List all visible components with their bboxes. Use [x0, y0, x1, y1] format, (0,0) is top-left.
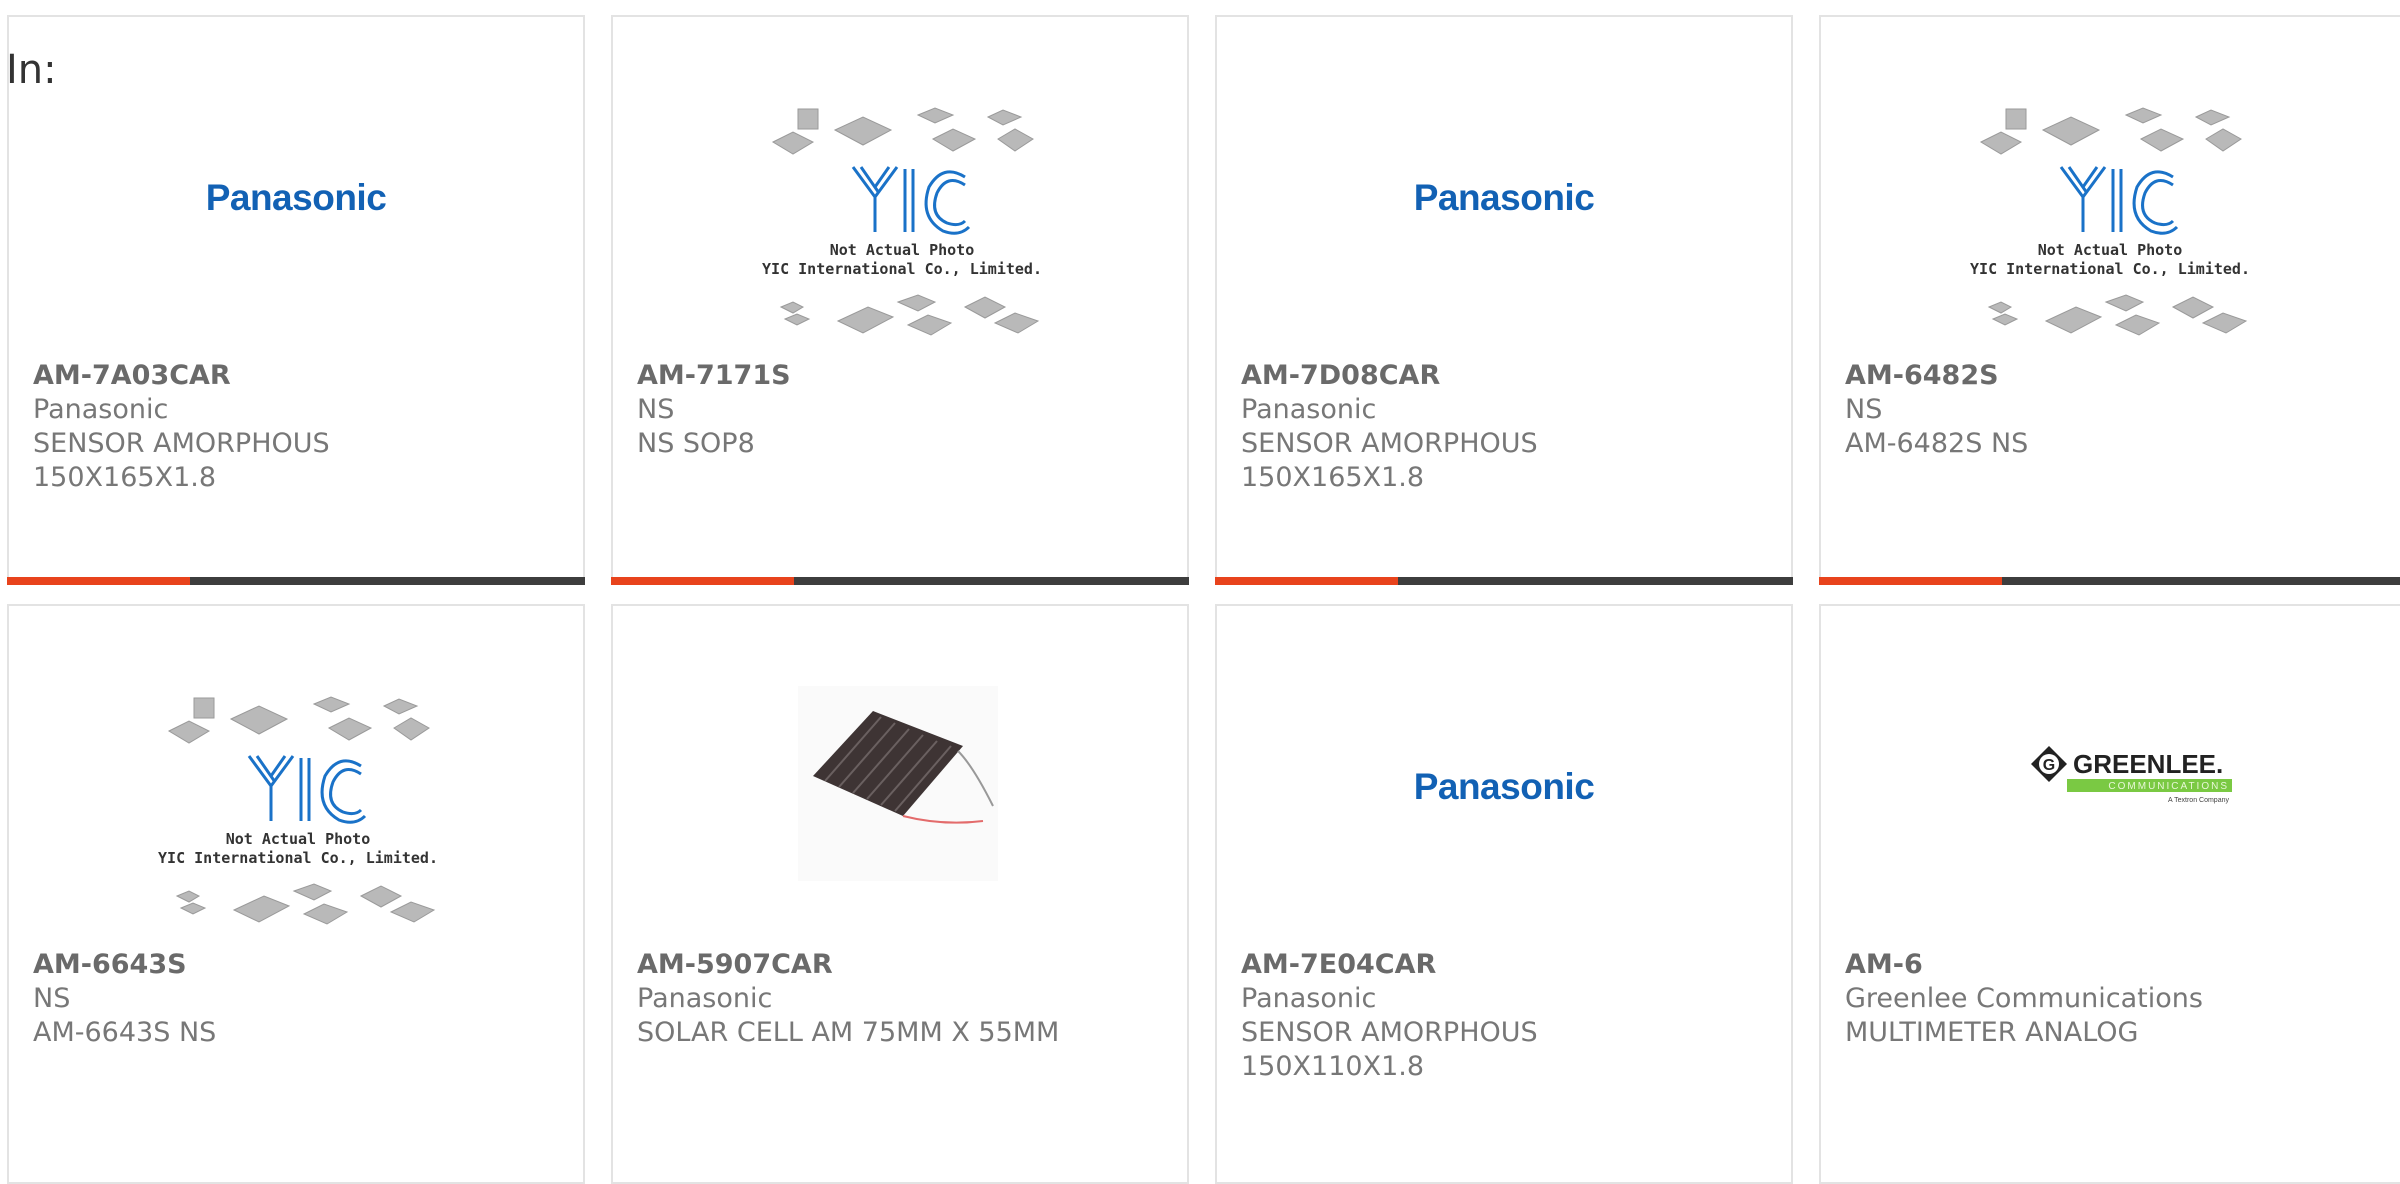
card-bottom-bar	[1215, 577, 1793, 585]
product-card[interactable]: AM-5907CAR Panasonic SOLAR CELL AM 75MM …	[611, 604, 1189, 1184]
product-image[interactable]: Panasonic	[1217, 606, 1791, 946]
manufacturer: Panasonic	[1241, 394, 1377, 425]
product-image[interactable]: G GREENLEE. COMMUNICATIONS A Textron Com…	[1821, 606, 2400, 946]
placeholder-caption-2: YIC International Co., Limited.	[762, 260, 1042, 278]
product-card[interactable]: Not Actual Photo YIC International Co., …	[1819, 15, 2400, 585]
product-image[interactable]	[613, 606, 1187, 946]
product-info: AM-6643S NS AM-6643S NS	[33, 948, 573, 1050]
manufacturer: Panasonic	[33, 394, 169, 425]
solar-cell-photo	[798, 686, 998, 881]
part-number[interactable]: AM-7E04CAR	[1241, 948, 1781, 982]
card-accent	[611, 577, 794, 585]
product-info: AM-6 Greenlee Communications MULTIMETER …	[1845, 948, 2390, 1050]
chip-placeholder-icon: Not Actual Photo YIC International Co., …	[762, 107, 1042, 336]
placeholder-caption-2: YIC International Co., Limited.	[158, 849, 438, 867]
card-accent	[7, 577, 190, 585]
svg-text:G: G	[2043, 757, 2055, 774]
product-info: AM-7A03CAR Panasonic SENSOR AMORPHOUS 15…	[33, 359, 573, 495]
product-card[interactable]: Not Actual Photo YIC International Co., …	[7, 604, 585, 1184]
part-number[interactable]: AM-7171S	[637, 359, 1177, 393]
card-bottom-bar	[7, 577, 585, 585]
panasonic-logo: Panasonic	[1413, 177, 1595, 218]
product-image[interactable]: Panasonic	[9, 17, 583, 357]
part-number[interactable]: AM-6482S	[1845, 359, 2390, 393]
placeholder-caption-1: Not Actual Photo	[2038, 241, 2183, 259]
part-number[interactable]: AM-7A03CAR	[33, 359, 573, 393]
in-label: In:	[6, 47, 57, 93]
card-accent	[1819, 577, 2002, 585]
part-number[interactable]: AM-5907CAR	[637, 948, 1177, 982]
description-line2: 150X165X1.8	[33, 462, 217, 493]
description: SENSOR AMORPHOUS	[33, 428, 330, 459]
product-card[interactable]: Panasonic AM-7E04CAR Panasonic SENSOR AM…	[1215, 604, 1793, 1184]
product-card[interactable]: G GREENLEE. COMMUNICATIONS A Textron Com…	[1819, 604, 2400, 1184]
product-image[interactable]: Not Actual Photo YIC International Co., …	[1821, 17, 2400, 357]
description: NS SOP8	[637, 428, 755, 459]
placeholder-caption-1: Not Actual Photo	[830, 241, 975, 259]
manufacturer: Panasonic	[637, 983, 773, 1014]
product-info: AM-7E04CAR Panasonic SENSOR AMORPHOUS 15…	[1241, 948, 1781, 1084]
product-info: AM-5907CAR Panasonic SOLAR CELL AM 75MM …	[637, 948, 1177, 1050]
manufacturer: Greenlee Communications	[1845, 983, 2203, 1014]
product-info: AM-7D08CAR Panasonic SENSOR AMORPHOUS 15…	[1241, 359, 1781, 495]
product-image[interactable]: Not Actual Photo YIC International Co., …	[9, 606, 583, 946]
manufacturer: NS	[1845, 394, 1883, 425]
placeholder-caption-2: YIC International Co., Limited.	[1970, 260, 2250, 278]
product-card[interactable]: Panasonic AM-7D08CAR Panasonic SENSOR AM…	[1215, 15, 1793, 585]
panasonic-logo: Panasonic	[1413, 766, 1595, 807]
description-line2: 150X110X1.8	[1241, 1051, 1425, 1082]
description: AM-6482S NS	[1845, 428, 2029, 459]
placeholder-caption-1: Not Actual Photo	[226, 830, 371, 848]
card-bottom-bar	[1819, 577, 2400, 585]
description: SOLAR CELL AM 75MM X 55MM	[637, 1017, 1060, 1048]
product-card[interactable]: Panasonic AM-7A03CAR Panasonic SENSOR AM…	[7, 15, 585, 585]
part-number[interactable]: AM-6	[1845, 948, 2390, 982]
card-bottom-bar	[611, 577, 1189, 585]
description: MULTIMETER ANALOG	[1845, 1017, 2139, 1048]
description: AM-6643S NS	[33, 1017, 217, 1048]
description-line2: 150X165X1.8	[1241, 462, 1425, 493]
product-image[interactable]: Not Actual Photo YIC International Co., …	[613, 17, 1187, 357]
part-number[interactable]: AM-6643S	[33, 948, 573, 982]
chip-placeholder-icon: Not Actual Photo YIC International Co., …	[158, 696, 438, 925]
product-card[interactable]: Not Actual Photo YIC International Co., …	[611, 15, 1189, 585]
product-info: AM-7171S NS NS SOP8	[637, 359, 1177, 461]
greenlee-logo: G GREENLEE. COMMUNICATIONS A Textron Com…	[2031, 746, 2232, 804]
description: SENSOR AMORPHOUS	[1241, 428, 1538, 459]
greenlee-sub: COMMUNICATIONS	[2108, 781, 2229, 792]
card-accent	[1215, 577, 1398, 585]
part-number[interactable]: AM-7D08CAR	[1241, 359, 1781, 393]
description: SENSOR AMORPHOUS	[1241, 1017, 1538, 1048]
panasonic-logo: Panasonic	[205, 177, 387, 218]
chip-placeholder-icon: Not Actual Photo YIC International Co., …	[1970, 107, 2250, 336]
manufacturer: NS	[637, 394, 675, 425]
product-info: AM-6482S NS AM-6482S NS	[1845, 359, 2390, 461]
greenlee-tagline: A Textron Company	[2168, 797, 2229, 804]
manufacturer: Panasonic	[1241, 983, 1377, 1014]
greenlee-wordmark: GREENLEE.	[2073, 749, 2223, 779]
product-image[interactable]: Panasonic	[1217, 17, 1791, 357]
manufacturer: NS	[33, 983, 71, 1014]
